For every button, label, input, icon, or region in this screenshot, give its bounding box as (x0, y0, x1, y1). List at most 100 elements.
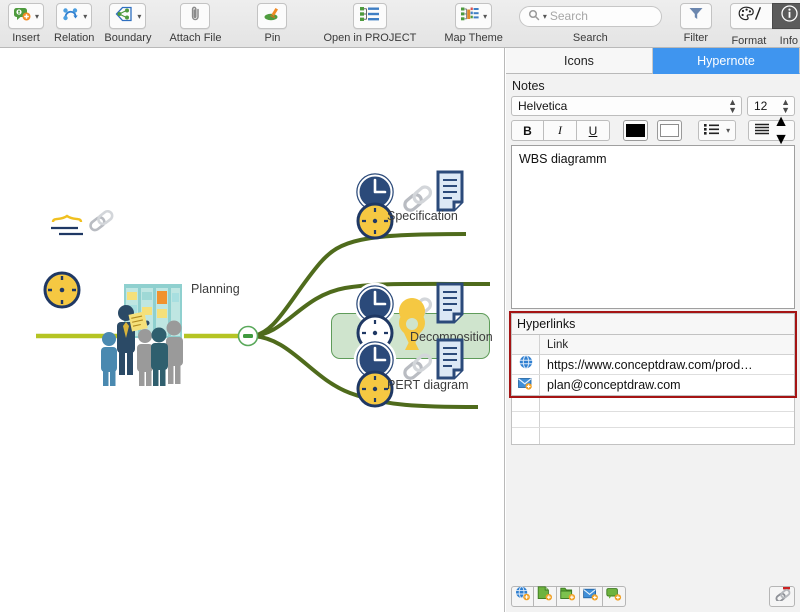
chevron-down-icon[interactable]: ▾ (137, 12, 141, 21)
tab-icons[interactable]: Icons (506, 48, 653, 74)
text-style-group: B I U (511, 120, 610, 141)
list-style-button[interactable]: ▾ (698, 120, 736, 141)
bulleted-list-icon (704, 122, 720, 140)
toolbar-group-relation: ▾ Relation (54, 0, 94, 44)
boundary-icon (114, 6, 134, 27)
font-family-select[interactable]: Helvetica ▲▼ (511, 96, 742, 116)
toolbar-group-format: Format Info Topic (726, 0, 800, 47)
remove-link-button[interactable] (769, 586, 795, 607)
inspector-panel: Icons Hypernote Notes Helvetica ▲▼ 12 ▲▼… (506, 48, 800, 612)
boundary-button[interactable]: ▾ (109, 3, 146, 29)
info-icon (781, 5, 798, 27)
text-color-button[interactable] (623, 120, 648, 141)
tab-hypernote[interactable]: Hypernote (653, 48, 800, 74)
document-icon (438, 284, 462, 322)
stepper-icon[interactable]: ▲▼ (773, 113, 789, 149)
search-input[interactable]: ▾ Search (519, 6, 662, 27)
pin-button[interactable] (257, 3, 287, 29)
text-color-swatch (626, 124, 645, 137)
stepper-icon[interactable]: ▲▼ (728, 98, 737, 114)
italic-button[interactable]: I (544, 120, 577, 141)
mindmap-canvas[interactable]: Planning Specification (0, 48, 505, 612)
info-button[interactable] (772, 3, 800, 29)
toolbar-group-insert: ▾ Insert (8, 0, 44, 44)
hyperlinks-header-row: Link (512, 335, 794, 355)
toolbar-label-open-in-project: Open in PROJECT (323, 32, 416, 44)
pin-icon (263, 6, 281, 27)
hyperlink-email-text: plan@conceptdraw.com (540, 378, 681, 392)
bold-button[interactable]: B (511, 120, 544, 141)
add-file-icon (537, 586, 553, 606)
envelope-icon-cell (512, 375, 540, 395)
hyperlink-row-url[interactable]: https://www.conceptdraw.com/prod… (512, 355, 794, 375)
add-url-icon (515, 586, 531, 606)
toolbar-label-info: Info (772, 35, 800, 47)
toolbar-label-insert: Insert (12, 32, 40, 44)
format-button[interactable] (730, 3, 772, 29)
map-theme-button[interactable]: ▾ (455, 3, 492, 29)
add-file-button[interactable] (534, 586, 557, 607)
font-size-value: 12 (754, 99, 767, 113)
filter-button[interactable] (680, 3, 712, 29)
chain-link-icon (403, 353, 433, 381)
search-icon (528, 9, 540, 24)
hyperlinks-empty-rows (511, 396, 795, 445)
globe-icon (519, 355, 533, 374)
team-kanban-illustration (90, 283, 215, 388)
hyperlink-row-email[interactable]: plan@conceptdraw.com (512, 375, 794, 395)
insert-button[interactable]: ▾ (8, 3, 44, 29)
table-row[interactable] (512, 396, 794, 412)
panel-spacer (506, 445, 800, 581)
node-icons-specification (350, 168, 470, 244)
relation-button[interactable]: ▾ (56, 3, 92, 29)
envelope-icon (518, 376, 533, 395)
toolbar-group-filter: Filter (680, 0, 712, 44)
table-cell (512, 428, 540, 444)
collapse-minus-icon (243, 334, 253, 338)
toolbar-label-search: Search (573, 32, 608, 44)
chevron-down-icon[interactable]: ▾ (35, 12, 39, 21)
chevron-down-icon[interactable]: ▾ (543, 12, 547, 21)
add-folder-button[interactable] (557, 586, 580, 607)
alignment-button[interactable]: ▲▼ (748, 120, 795, 141)
add-topic-link-button[interactable] (603, 586, 626, 607)
toolbar-label-map-theme: Map Theme (444, 32, 503, 44)
add-folder-icon (560, 586, 576, 606)
attach-file-button[interactable] (180, 3, 210, 29)
fill-color-button[interactable] (657, 120, 682, 141)
notes-font-row: Helvetica ▲▼ 12 ▲▼ (506, 96, 800, 120)
add-topic-link-icon (606, 587, 622, 606)
chevron-down-icon[interactable]: ▾ (83, 12, 87, 21)
clock-icon-planning (42, 270, 82, 310)
document-icon (438, 172, 462, 210)
palette-icon (738, 6, 764, 26)
chevron-down-icon[interactable]: ▾ (483, 12, 487, 21)
table-row[interactable] (512, 428, 794, 444)
add-mail-button[interactable] (580, 586, 603, 607)
panel-tabs: Icons Hypernote (506, 48, 800, 74)
add-link-button-group (511, 586, 626, 607)
toolbar-label-boundary: Boundary (104, 32, 151, 44)
toolbar-label-filter: Filter (684, 32, 708, 44)
hyperlinks-link-column-header: Link (540, 339, 568, 351)
paperclip-icon (190, 5, 201, 27)
add-mail-icon (583, 587, 599, 606)
notes-format-row: B I U ▾ (506, 120, 800, 145)
node-label-pert-diagram[interactable]: PERT diagram (387, 378, 469, 392)
map-theme-icon (460, 6, 480, 27)
font-family-value: Helvetica (518, 99, 567, 113)
table-cell (512, 412, 540, 427)
node-label-planning[interactable]: Planning (191, 282, 240, 296)
toolbar-group-search: ▾ Search Search (519, 0, 662, 44)
node-icons-pert (350, 336, 470, 412)
hyperlinks-icon-column-header (512, 335, 540, 354)
toolbar-label-relation: Relation (54, 32, 94, 44)
chevron-down-icon[interactable]: ▾ (726, 126, 730, 135)
add-url-button[interactable] (511, 586, 534, 607)
open-in-project-button[interactable] (353, 3, 387, 29)
notes-textarea[interactable]: WBS diagramm (511, 145, 795, 309)
project-gantt-icon (359, 6, 381, 27)
node-label-specification[interactable]: Specification (387, 209, 458, 223)
table-row[interactable] (512, 412, 794, 428)
underline-button[interactable]: U (577, 120, 610, 141)
